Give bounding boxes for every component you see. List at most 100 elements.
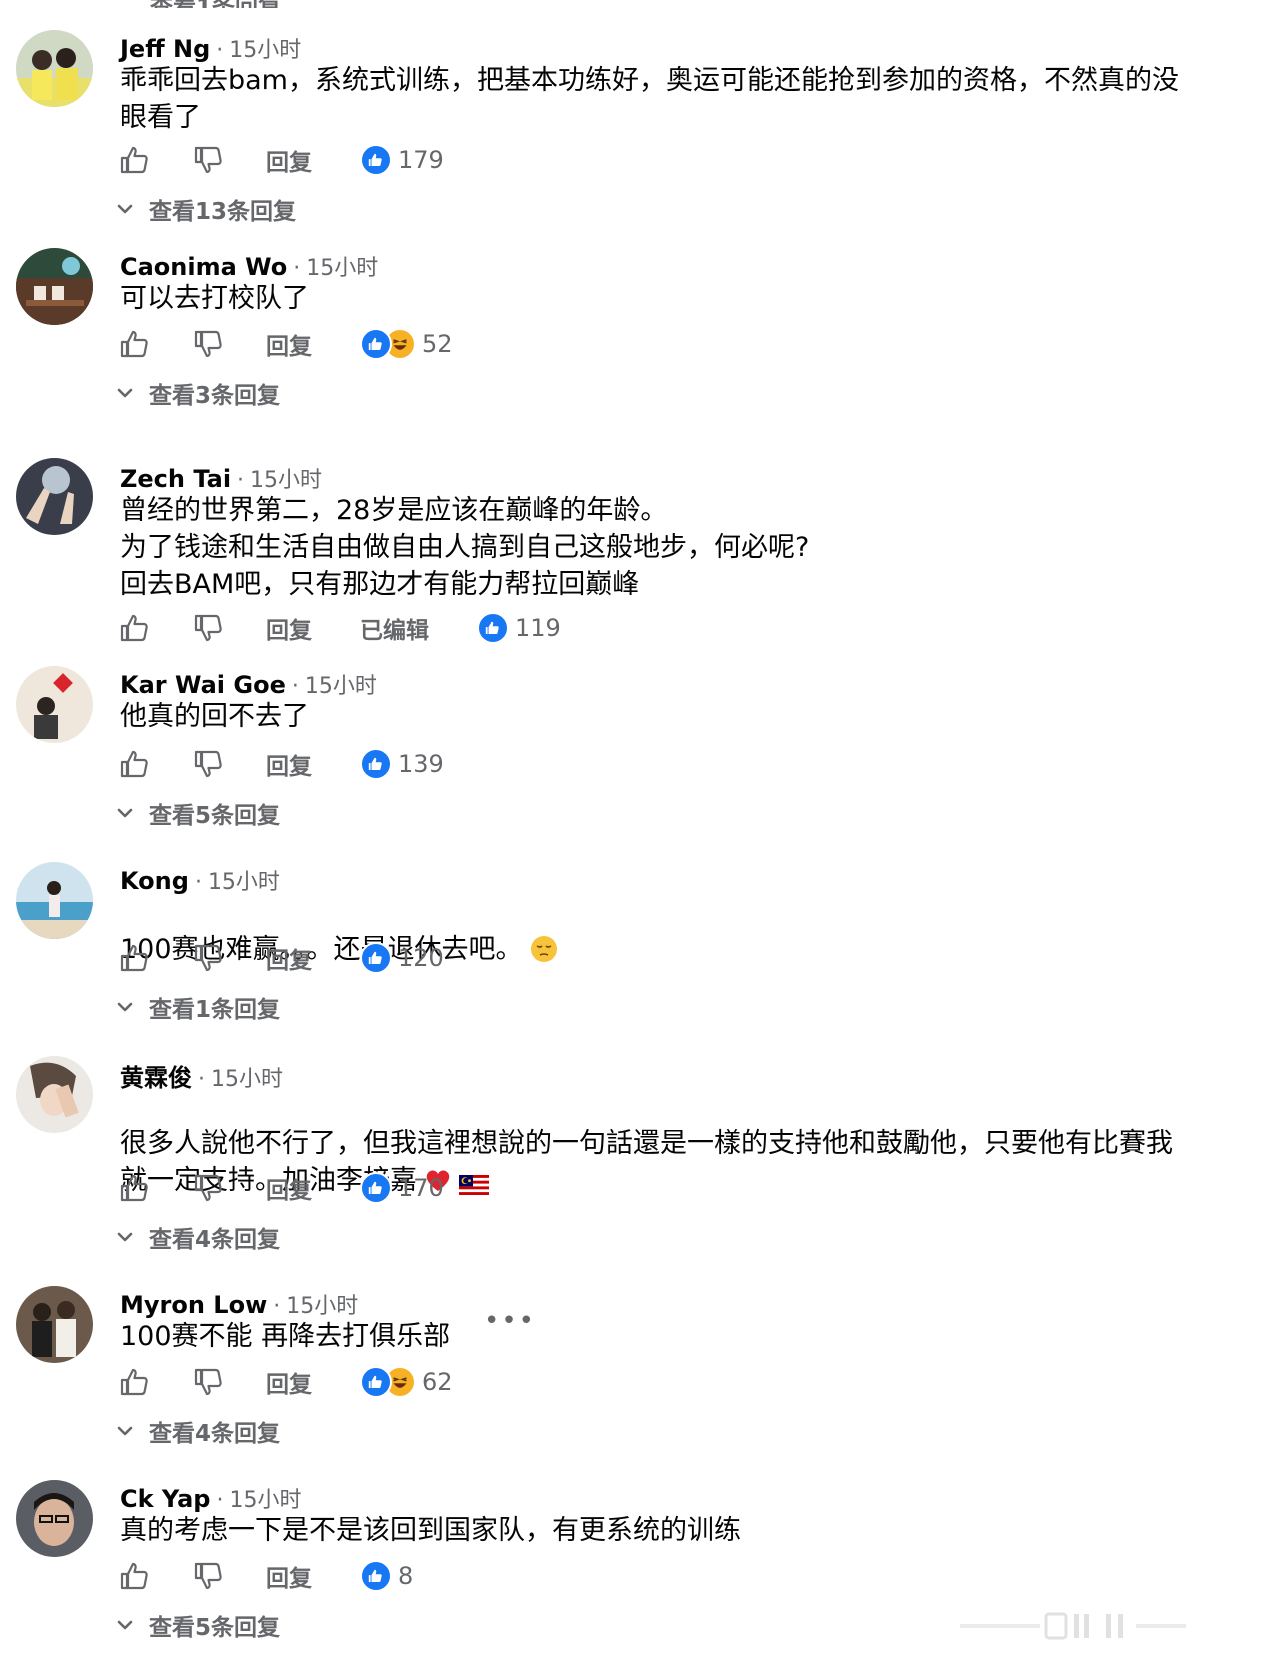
reaction-summary[interactable]: 52 [360,328,453,360]
view-replies-label: 查看1条回复 [149,997,281,1023]
thumbs-down-icon[interactable] [192,941,226,975]
chevron-down-icon [117,808,133,818]
avatar[interactable] [16,1286,93,1363]
view-replies-button[interactable]: 查看5条回复 [115,1608,280,1642]
separator-dot: · [216,1488,224,1513]
commenter-name[interactable]: Kar Wai Goe [120,671,286,699]
commenter-name[interactable]: Jeff Ng [120,35,210,63]
comment-text: 乖乖回去bam，系统式训练，把基本功练好，奥运可能还能抢到参加的资格，不然真的没… [120,65,1179,133]
thumbs-up-icon[interactable] [118,1171,152,1205]
thumbs-up-icon[interactable] [118,747,152,781]
reaction-count: 119 [515,614,561,642]
commenter-name[interactable]: Ck Yap [120,1485,210,1513]
thumbs-down-icon[interactable] [192,1559,226,1593]
commenter-name[interactable]: Caonima Wo [120,253,287,281]
edited-label: 已编辑 [360,618,429,644]
comment-header: Caonima Wo · 15小时 [120,250,378,282]
thumbs-up-icon[interactable] [118,1365,152,1399]
chevron-down-icon [117,1002,133,1012]
view-replies-label: 查看3条回复 [149,383,281,409]
avatar[interactable] [16,1056,93,1133]
view-replies-button[interactable]: 查看4条回复 [115,1220,280,1254]
thumbs-down-icon[interactable] [192,143,226,177]
reaction-count: 120 [398,944,444,972]
top-partial-view-replies[interactable]: 查看1条回复 [150,0,320,8]
chevron-down-icon [117,204,133,214]
view-replies-button[interactable]: 查看1条回复 [115,990,280,1024]
view-replies-label: 查看5条回复 [149,1615,281,1641]
separator-dot: · [293,256,301,281]
timestamp[interactable]: 15小时 [229,32,301,64]
reaction-summary[interactable]: 120 [360,942,444,974]
thumbs-up-icon[interactable] [118,327,152,361]
reaction-summary[interactable]: 170 [360,1172,444,1204]
chevron-down-icon [117,1232,133,1242]
thumbs-up-icon[interactable] [118,1559,152,1593]
reaction-summary[interactable]: 139 [360,748,444,780]
comment-header: Ck Yap · 15小时 [120,1482,301,1514]
like-reaction-icon [360,144,392,176]
timestamp[interactable]: 15小时 [208,864,280,896]
like-reaction-icon [360,1366,392,1398]
reply-button[interactable]: 回复 [266,327,312,361]
timestamp[interactable]: 15小时 [306,250,378,282]
avatar[interactable] [16,458,93,535]
comment-text: 100赛不能 再降去打俱乐部 [120,1321,451,1352]
like-reaction-icon [360,1172,392,1204]
view-replies-button[interactable]: 查看5条回复 [115,796,280,830]
reply-button[interactable]: 回复 [266,143,312,177]
reply-button[interactable]: 回复 [266,611,312,645]
view-replies-button[interactable]: 查看13条回复 [115,192,296,226]
avatar[interactable] [16,248,93,325]
avatar-image [16,666,93,743]
thumbs-up-icon[interactable] [118,143,152,177]
like-reaction-icon [360,748,392,780]
reply-button[interactable]: 回复 [266,1171,312,1205]
reaction-count: 62 [422,1368,453,1396]
view-replies-label: 查看5条回复 [149,803,281,829]
reaction-summary[interactable]: 179 [360,144,444,176]
view-replies-label: 查看4条回复 [149,1421,281,1447]
comment-text: 可以去打校队了 [120,283,309,314]
commenter-name[interactable]: Myron Low [120,1291,267,1319]
view-replies-button[interactable]: 查看4条回复 [115,1414,280,1448]
comment-header: Kong · 15小时 [120,864,280,896]
reaction-summary[interactable]: 62 [360,1366,453,1398]
thumbs-down-icon[interactable] [192,327,226,361]
reply-button[interactable]: 回复 [266,941,312,975]
thumbs-down-icon[interactable] [192,1171,226,1205]
avatar-image [16,30,93,107]
reaction-summary[interactable]: 119 [477,612,561,644]
reaction-count: 170 [398,1174,444,1202]
more-options-button[interactable]: ••• [484,1306,536,1336]
reaction-summary[interactable]: 8 [360,1560,413,1592]
timestamp[interactable]: 15小时 [305,668,377,700]
thumbs-up-icon[interactable] [118,941,152,975]
timestamp[interactable]: 15小时 [229,1482,301,1514]
comment-text: 真的考虑一下是不是该回到国家队，有更系统的训练 [120,1515,741,1546]
commenter-name[interactable]: Zech Tai [120,465,231,493]
chevron-down-icon [117,388,133,398]
commenter-name[interactable]: Kong [120,867,189,895]
thumbs-up-icon[interactable] [118,611,152,645]
thumbs-down-icon[interactable] [192,611,226,645]
timestamp[interactable]: 15小时 [286,1288,358,1320]
avatar-image [16,458,93,535]
avatar[interactable] [16,666,93,743]
watermark-logo [960,1612,1186,1640]
thumbs-down-icon[interactable] [192,1365,226,1399]
reply-button[interactable]: 回复 [266,1559,312,1593]
timestamp[interactable]: 15小时 [250,462,322,494]
view-replies-button[interactable]: 查看3条回复 [115,376,280,410]
avatar[interactable] [16,862,93,939]
like-reaction-icon [477,612,509,644]
comment-header: Zech Tai · 15小时 [120,462,322,494]
thumbs-down-icon[interactable] [192,747,226,781]
reply-button[interactable]: 回复 [266,1365,312,1399]
avatar-image [16,1480,93,1557]
avatar[interactable] [16,1480,93,1557]
avatar[interactable] [16,30,93,107]
like-reaction-icon [360,1560,392,1592]
reply-button[interactable]: 回复 [266,747,312,781]
like-reaction-icon [360,942,392,974]
